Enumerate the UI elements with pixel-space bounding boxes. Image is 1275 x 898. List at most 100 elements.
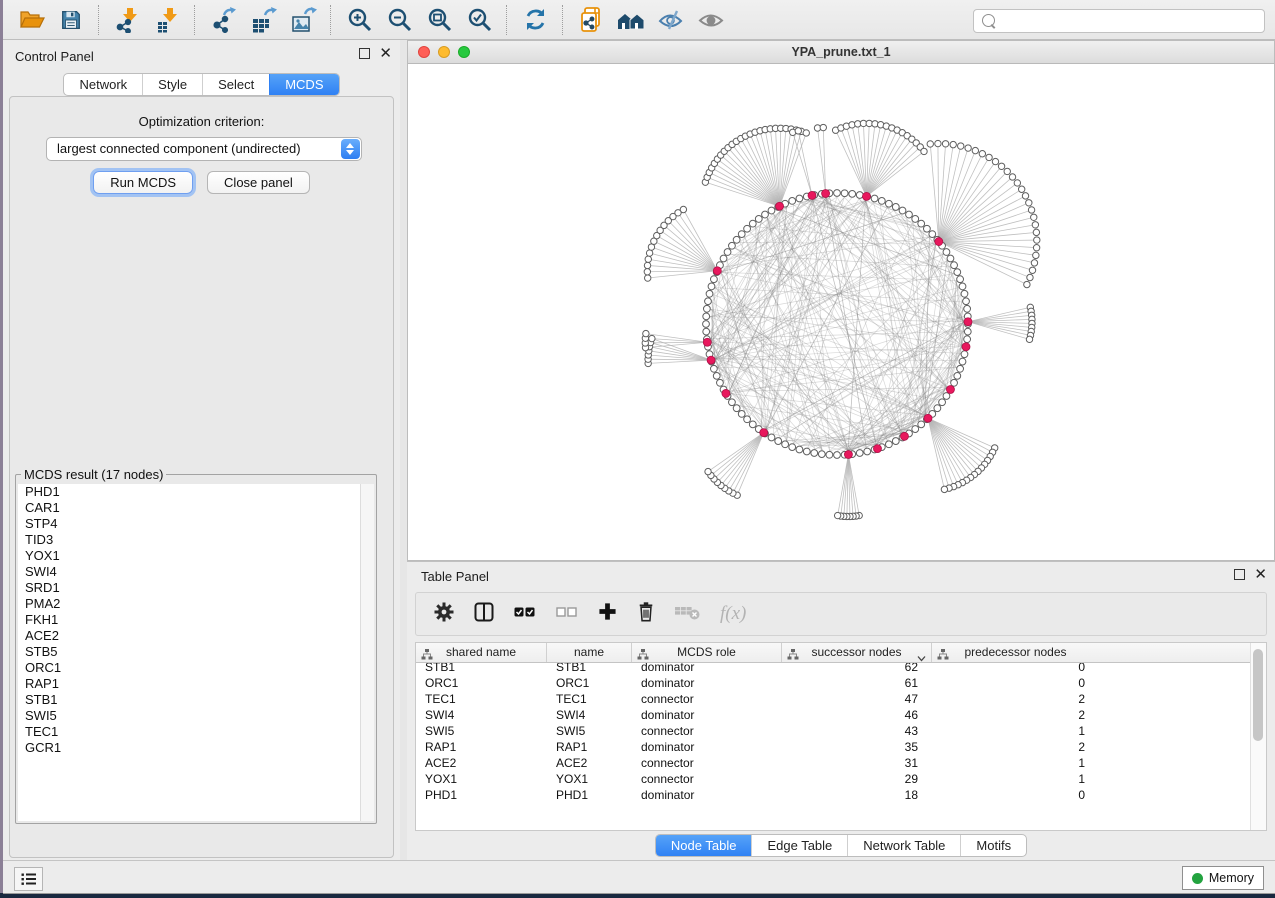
export-network-icon[interactable]: [203, 4, 243, 36]
float-panel-icon[interactable]: [359, 48, 370, 59]
delete-table-icon-disabled: [675, 604, 700, 625]
delete-column-trash-icon[interactable]: [637, 601, 655, 627]
column-header-successor-nodes[interactable]: successor nodes: [782, 643, 932, 662]
list-item[interactable]: STB5: [18, 644, 360, 660]
list-item[interactable]: STP4: [18, 516, 360, 532]
list-item[interactable]: RAP1: [18, 676, 360, 692]
list-item[interactable]: ACE2: [18, 628, 360, 644]
tab-node-table[interactable]: Node Table: [656, 835, 752, 856]
float-table-panel-icon[interactable]: [1234, 569, 1245, 580]
list-item[interactable]: FKH1: [18, 612, 360, 628]
table-cell: 46: [782, 707, 932, 723]
save-floppy-icon[interactable]: [51, 4, 91, 36]
column-header-mcds-role[interactable]: MCDS role: [632, 643, 782, 662]
tab-network[interactable]: Network: [64, 74, 142, 95]
network-title-bar[interactable]: YPA_prune.txt_1: [408, 41, 1274, 64]
status-bar: Memory: [3, 860, 1275, 893]
apply-layout-icon[interactable]: [515, 4, 555, 36]
task-history-button[interactable]: [14, 867, 43, 891]
list-item[interactable]: SWI5: [18, 708, 360, 724]
table-row[interactable]: SWI5SWI5connector431: [416, 723, 1266, 739]
zoom-out-icon[interactable]: [379, 4, 419, 36]
table-cell: ACE2: [547, 755, 632, 771]
table-cell: 43: [782, 723, 932, 739]
open-folder-icon[interactable]: [11, 4, 51, 36]
table-row[interactable]: ORC1ORC1dominator610: [416, 675, 1266, 691]
criterion-dropdown[interactable]: largest connected component (undirected): [46, 137, 362, 161]
column-header-predecessor-nodes[interactable]: predecessor nodes: [932, 643, 1099, 662]
zoom-fit-icon[interactable]: [419, 4, 459, 36]
list-item[interactable]: STB1: [18, 692, 360, 708]
table-cell: 2: [932, 691, 1099, 707]
network-title: YPA_prune.txt_1: [408, 41, 1274, 63]
import-network-icon[interactable]: [107, 4, 147, 36]
table-toolbar: f(x): [415, 592, 1267, 636]
close-panel-icon[interactable]: ✕: [379, 49, 392, 59]
list-item[interactable]: SWI4: [18, 564, 360, 580]
run-mcds-button[interactable]: Run MCDS: [93, 171, 193, 194]
table-cell: TEC1: [547, 691, 632, 707]
optimization-criterion-label: Optimization criterion:: [10, 114, 393, 129]
table-cell: SWI4: [547, 707, 632, 723]
list-item[interactable]: YOX1: [18, 548, 360, 564]
tab-motifs[interactable]: Motifs: [960, 835, 1026, 856]
list-item[interactable]: TID3: [18, 532, 360, 548]
list-item[interactable]: PHD1: [18, 484, 360, 500]
show-all-eye-icon[interactable]: [691, 4, 731, 36]
table-cell: YOX1: [547, 771, 632, 787]
list-item[interactable]: CAR1: [18, 500, 360, 516]
search-input[interactable]: [997, 14, 1264, 28]
zoom-in-icon[interactable]: [339, 4, 379, 36]
unselect-all-columns-icon[interactable]: [556, 605, 578, 623]
table-row[interactable]: TEC1TEC1connector472: [416, 691, 1266, 707]
close-table-panel-icon[interactable]: ✕: [1254, 570, 1267, 580]
minimize-window-icon[interactable]: [438, 46, 450, 58]
table-row[interactable]: ACE2ACE2connector311: [416, 755, 1266, 771]
tab-mcds[interactable]: MCDS: [269, 74, 338, 95]
create-column-plus-icon[interactable]: [598, 602, 617, 626]
import-table-icon[interactable]: [147, 4, 187, 36]
export-table-icon[interactable]: [243, 4, 283, 36]
table-cell: 2: [932, 707, 1099, 723]
close-panel-button[interactable]: Close panel: [207, 171, 310, 194]
export-image-icon[interactable]: [283, 4, 323, 36]
tab-select[interactable]: Select: [202, 74, 269, 95]
table-row[interactable]: YOX1YOX1connector291: [416, 771, 1266, 787]
panel-splitter[interactable]: [400, 40, 407, 860]
table-cell: 1: [932, 755, 1099, 771]
table-cell: 0: [932, 675, 1099, 691]
table-vertical-scrollbar[interactable]: [1250, 643, 1266, 830]
zoom-selected-icon[interactable]: [459, 4, 499, 36]
table-cell: dominator: [632, 707, 782, 723]
scrollbar-thumb[interactable]: [1253, 649, 1263, 741]
list-item[interactable]: SRD1: [18, 580, 360, 596]
list-item[interactable]: TEC1: [18, 724, 360, 740]
memory-button[interactable]: Memory: [1182, 866, 1264, 890]
table-cell: 61: [782, 675, 932, 691]
table-rows: FKH1FKH1dominator962STB1STB1dominator620…: [416, 643, 1266, 803]
network-canvas[interactable]: [408, 64, 1274, 560]
network-edges: [710, 197, 964, 451]
list-item[interactable]: GCR1: [18, 740, 360, 756]
search-field[interactable]: [973, 9, 1265, 33]
first-neighbors-icon[interactable]: [611, 4, 651, 36]
mcds-list-scrollbar[interactable]: [360, 484, 374, 821]
list-item[interactable]: PMA2: [18, 596, 360, 612]
close-window-icon[interactable]: [418, 46, 430, 58]
new-network-from-selection-icon[interactable]: [571, 4, 611, 36]
show-columns-icon[interactable]: [474, 602, 494, 627]
tab-style[interactable]: Style: [142, 74, 202, 95]
column-header-name[interactable]: name: [547, 643, 632, 662]
zoom-window-icon[interactable]: [458, 46, 470, 58]
hide-selected-eye-icon[interactable]: [651, 4, 691, 36]
table-settings-gear-icon[interactable]: [434, 602, 454, 627]
tab-edge-table[interactable]: Edge Table: [751, 835, 847, 856]
table-cell: 18: [782, 787, 932, 803]
list-item[interactable]: ORC1: [18, 660, 360, 676]
column-header-shared-name[interactable]: shared name: [416, 643, 547, 662]
table-row[interactable]: SWI4SWI4dominator462: [416, 707, 1266, 723]
table-row[interactable]: PHD1PHD1dominator180: [416, 787, 1266, 803]
table-row[interactable]: RAP1RAP1dominator352: [416, 739, 1266, 755]
tab-network-table[interactable]: Network Table: [847, 835, 960, 856]
select-all-columns-icon[interactable]: [514, 605, 536, 623]
